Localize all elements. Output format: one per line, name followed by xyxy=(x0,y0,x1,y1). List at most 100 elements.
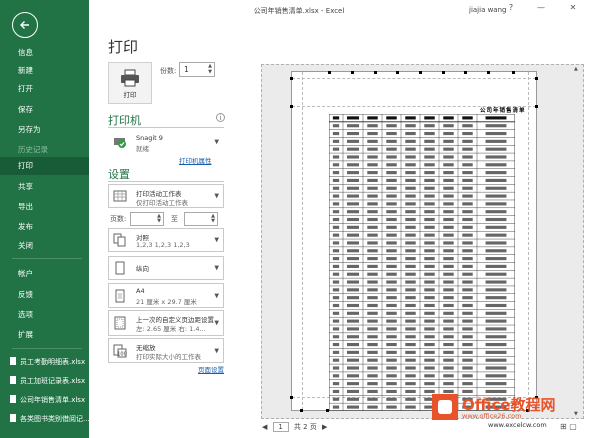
table-cell-text xyxy=(367,233,378,237)
recent-file[interactable]: 员工加班记录表.xlsx xyxy=(0,372,89,390)
nav-options[interactable]: 选项 xyxy=(0,306,89,324)
prev-page-icon[interactable]: ◀ xyxy=(262,423,267,431)
table-cell-text xyxy=(485,374,507,378)
column-handle[interactable] xyxy=(512,71,515,74)
nav-info[interactable]: 信息 xyxy=(0,44,89,62)
spin-arrows-icon[interactable]: ▲ ▼ xyxy=(208,63,212,75)
printer-icon xyxy=(121,69,139,87)
table-cell-text xyxy=(443,319,454,323)
divider xyxy=(108,127,224,128)
nav-extensions[interactable]: 扩展 xyxy=(0,326,89,344)
margin-handle[interactable] xyxy=(290,396,293,399)
nav-new[interactable]: 新建 xyxy=(0,62,89,80)
table-cell-text xyxy=(405,178,416,182)
column-handle[interactable] xyxy=(328,71,331,74)
table-cell-text xyxy=(462,249,473,253)
margin-handle[interactable] xyxy=(535,105,538,108)
table-cell-text xyxy=(367,366,378,370)
table-cell-text xyxy=(332,350,340,354)
spin-arrows-icon[interactable]: ▲ ▼ xyxy=(157,214,161,224)
info-icon[interactable]: i xyxy=(216,113,225,122)
table-cell-text xyxy=(386,124,397,128)
table-cell-text xyxy=(443,131,454,136)
column-handle[interactable] xyxy=(351,71,354,74)
scroll-up-icon[interactable]: ▲ xyxy=(574,66,578,72)
table-cell-text xyxy=(386,171,397,175)
table-cell-text xyxy=(443,264,454,268)
nav-account[interactable]: 帐户 xyxy=(0,265,89,283)
table-cell-text xyxy=(462,225,473,229)
recent-file[interactable]: 公司年销售清单.xlsx xyxy=(0,391,89,409)
table-cell-text xyxy=(347,272,359,276)
table-cell-text xyxy=(485,249,507,253)
table-cell-text xyxy=(405,280,416,284)
table-cell-text xyxy=(367,210,378,214)
margin-handle[interactable] xyxy=(290,77,293,80)
table-cell-text xyxy=(485,131,507,136)
table-cell-text xyxy=(405,264,416,268)
window-title: 公司年销售清单.xlsx - Excel xyxy=(253,7,345,15)
margin-handle[interactable] xyxy=(300,409,303,412)
margins-select[interactable]: 上一次的自定义页边距设置 左: 2.65 厘米 右: 1.4... ▼ xyxy=(108,310,224,336)
table-cell-text xyxy=(386,225,397,229)
column-handle[interactable] xyxy=(487,71,490,74)
table-cell-text xyxy=(386,343,397,347)
next-page-icon[interactable]: ▶ xyxy=(322,423,327,431)
minimize-button[interactable]: — xyxy=(534,3,548,12)
pages-to-input[interactable]: ▲ ▼ xyxy=(184,212,218,226)
nav-print[interactable]: 打印 xyxy=(0,157,89,175)
print-scope-select[interactable]: 打印活动工作表 仅打印活动工作表 ▼ xyxy=(108,184,224,208)
table-cell-text xyxy=(386,264,397,268)
pages-from-input[interactable]: ▲ ▼ xyxy=(130,212,164,226)
nav-publish[interactable]: 发布 xyxy=(0,218,89,236)
back-button[interactable] xyxy=(12,12,38,38)
column-handle[interactable] xyxy=(442,71,445,74)
margin-handle[interactable] xyxy=(290,105,293,108)
page-setup-link[interactable]: 页面设置 xyxy=(198,364,224,374)
table-cell-text xyxy=(367,288,378,292)
table-cell-text xyxy=(443,124,454,128)
nav-share[interactable]: 共享 xyxy=(0,178,89,196)
column-handle[interactable] xyxy=(464,71,467,74)
scaling-select[interactable]: 100 无缩放 打印实际大小的工作表 ▼ xyxy=(108,338,224,363)
table-cell-text xyxy=(347,374,359,378)
table-cell-text xyxy=(367,327,378,331)
nav-export[interactable]: 导出 xyxy=(0,198,89,216)
recent-file[interactable]: 各类图书类别借阅记... xyxy=(0,410,89,428)
nav-feedback[interactable]: 反馈 xyxy=(0,286,89,304)
margin-handle[interactable] xyxy=(535,77,538,80)
help-button[interactable]: ? xyxy=(504,3,518,12)
collate-select[interactable]: 对照 1,2,3 1,2,3 1,2,3 ▼ xyxy=(108,228,224,252)
table-cell-text xyxy=(332,272,340,276)
table-cell-text xyxy=(332,319,340,323)
paper-size-select[interactable]: A4 21 厘米 x 29.7 厘米 ▼ xyxy=(108,283,224,308)
table-cell-text xyxy=(405,257,416,261)
user-name[interactable]: jiajia wang xyxy=(469,6,506,14)
table-cell-text xyxy=(405,350,416,354)
table-cell-text xyxy=(332,155,340,159)
preview-scrollbar[interactable]: ▲ ▼ xyxy=(573,64,583,419)
table-cell-text xyxy=(332,389,340,394)
table-cell-text xyxy=(332,405,340,409)
close-button[interactable]: ✕ xyxy=(566,3,580,12)
spin-arrows-icon[interactable]: ▲ ▼ xyxy=(211,214,215,224)
orientation-select[interactable]: 纵向 ▼ xyxy=(108,256,224,280)
column-handle[interactable] xyxy=(374,71,377,74)
nav-open[interactable]: 打开 xyxy=(0,80,89,98)
nav-save[interactable]: 保存 xyxy=(0,101,89,119)
table-cell-text xyxy=(462,131,473,136)
current-page-input[interactable]: 1 xyxy=(272,422,289,432)
nav-save-as[interactable]: 另存为 xyxy=(0,121,89,139)
printer-properties-link[interactable]: 打印机属性 xyxy=(179,155,212,165)
column-handle[interactable] xyxy=(396,71,399,74)
table-cell-text xyxy=(405,374,416,378)
recent-file[interactable]: 员工考勤明细表.xlsx xyxy=(0,353,89,371)
table-cell-text xyxy=(462,343,473,347)
nav-close[interactable]: 关闭 xyxy=(0,237,89,255)
table-cell-text xyxy=(443,311,454,315)
copies-stepper[interactable]: 1 ▲ ▼ xyxy=(179,62,215,77)
printer-select[interactable]: Snagit 9 就绪 ▼ xyxy=(108,130,224,154)
column-handle[interactable] xyxy=(419,71,422,74)
print-button[interactable]: 打印 xyxy=(108,62,152,104)
table-cell-text xyxy=(347,296,359,300)
